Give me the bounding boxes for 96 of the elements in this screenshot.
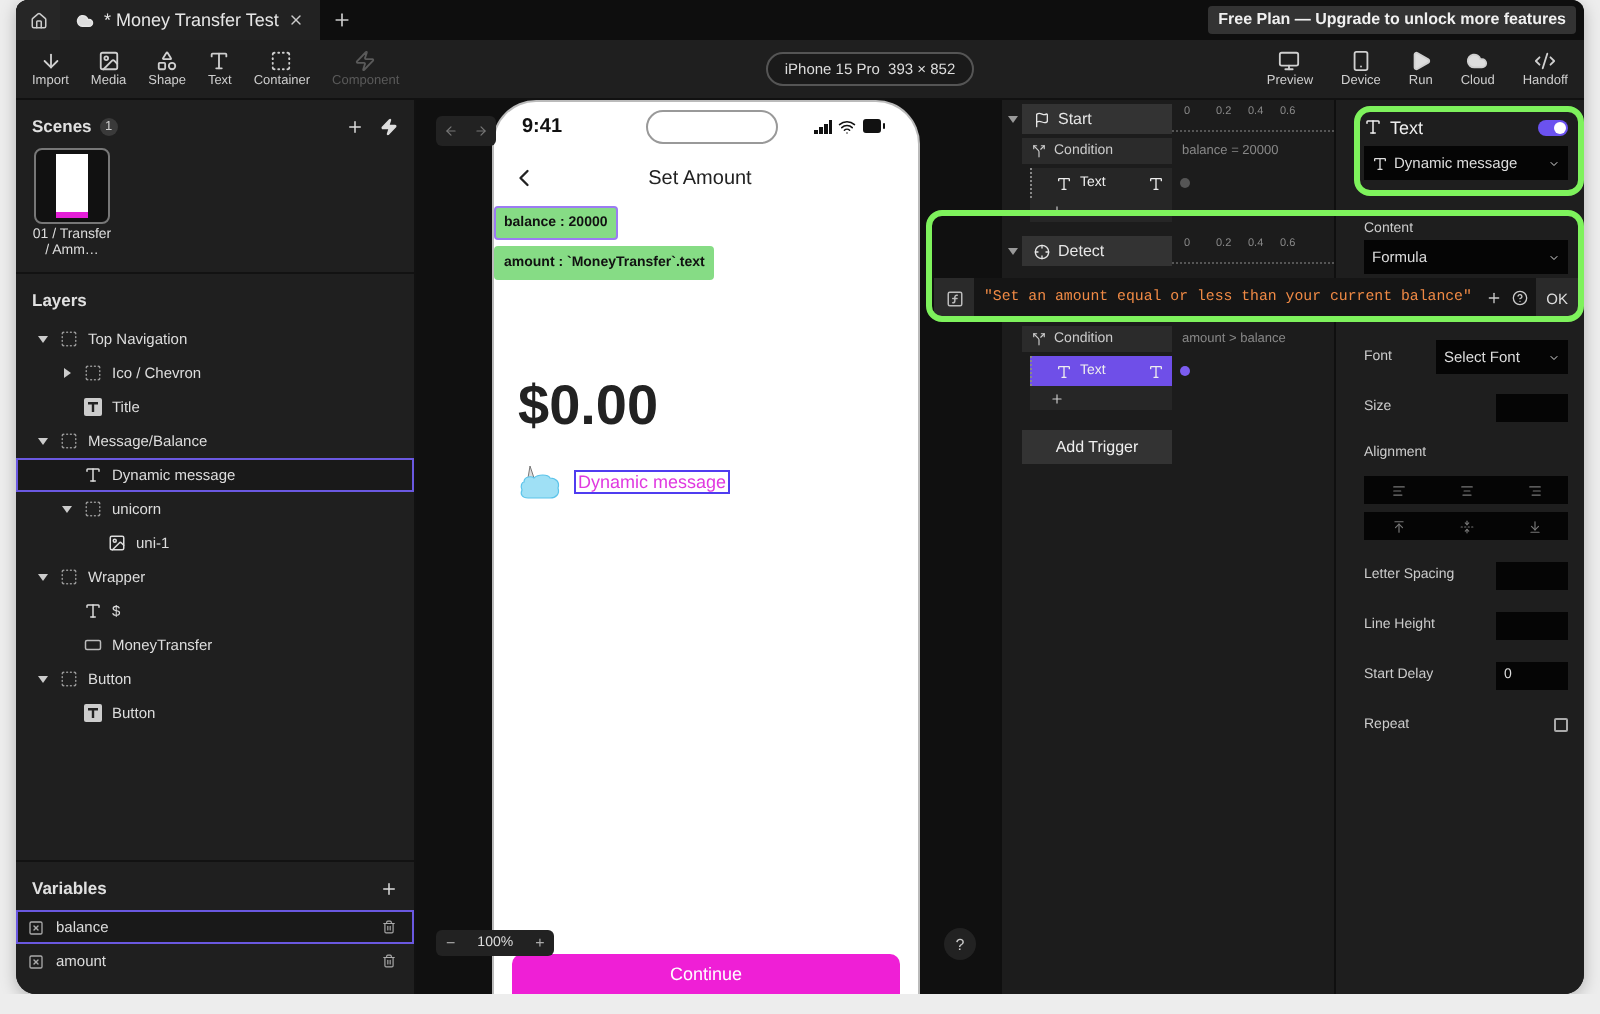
number-input[interactable]: [1496, 611, 1568, 639]
text-box-icon: [84, 398, 102, 416]
image-icon: [97, 50, 120, 72]
section-title: Layers: [32, 290, 87, 310]
trash-icon[interactable]: [382, 954, 396, 968]
add-trigger-button[interactable]: Add Trigger: [1022, 430, 1172, 464]
crosshair-icon: [1034, 243, 1050, 259]
dashed-frame-icon: [84, 500, 102, 518]
text-icon: [1148, 175, 1164, 191]
caret-icon[interactable]: [38, 334, 48, 344]
section-title: Variables: [32, 878, 107, 898]
code-icon: [1534, 50, 1557, 72]
align-top-icon[interactable]: [1391, 519, 1405, 533]
text-icon: [1148, 363, 1164, 379]
chevron-down-icon: [1548, 351, 1560, 363]
caret-icon[interactable]: [38, 436, 48, 446]
monitor-icon: [1278, 50, 1301, 72]
text-icon: [1364, 118, 1382, 136]
cloud-icon: [76, 11, 94, 29]
text-icon: [84, 602, 102, 620]
amount-text: $0.00: [518, 374, 661, 438]
screen-title: Set Amount: [646, 167, 754, 189]
caret-icon[interactable]: [38, 572, 48, 582]
help-button[interactable]: ?: [944, 928, 976, 960]
chevron-down-icon: [1548, 157, 1560, 169]
dashed-frame-icon: [60, 670, 78, 688]
checkbox[interactable]: [1554, 718, 1568, 732]
caret-icon[interactable]: [1007, 114, 1017, 124]
variable-icon: [28, 953, 44, 969]
add-icon: [332, 10, 353, 30]
input-icon: [84, 636, 102, 654]
text-icon: [84, 466, 102, 484]
caret-icon[interactable]: [1007, 246, 1017, 256]
align-left-icon[interactable]: [1391, 483, 1405, 497]
add-icon[interactable]: [380, 879, 398, 897]
play-icon: [1409, 50, 1432, 72]
help-icon[interactable]: [1512, 290, 1529, 306]
trash-icon[interactable]: [382, 920, 396, 934]
home-button[interactable]: [16, 0, 60, 40]
home-icon: [29, 11, 47, 29]
chevron-down-icon: [1548, 251, 1560, 263]
zoom-out-button[interactable]: −: [436, 934, 466, 952]
branch-icon: [1032, 332, 1046, 346]
number-input[interactable]: [1496, 393, 1568, 421]
text-icon: [208, 50, 231, 72]
dashed-square-icon: [270, 50, 293, 72]
continue-button[interactable]: Continue: [512, 954, 900, 994]
toggle-switch[interactable]: [1538, 119, 1568, 135]
document-tab[interactable]: * Money Transfer Test: [60, 0, 321, 40]
text-icon: [1056, 175, 1072, 191]
keyframe-dot: [1180, 366, 1190, 376]
trigger-item[interactable]: Start: [1022, 104, 1172, 134]
caret-icon[interactable]: [38, 674, 48, 684]
text-box-icon: [84, 704, 102, 722]
dynamic-message-text[interactable]: Dynamic message: [574, 470, 731, 494]
keyframe-dot: [1180, 178, 1190, 188]
wifi-icon: [838, 117, 856, 135]
dashed-frame-icon: [60, 568, 78, 586]
number-input[interactable]: [1496, 561, 1568, 589]
arrow-down-icon: [39, 50, 62, 72]
align-middle-icon[interactable]: [1459, 519, 1473, 533]
dynamic-island: [646, 109, 778, 143]
cloud-icon: [1466, 50, 1489, 72]
branch-icon: [1032, 144, 1046, 158]
text-icon: [1372, 155, 1388, 171]
add-icon[interactable]: [346, 117, 364, 135]
text-icon: [1056, 363, 1072, 379]
trigger-item[interactable]: Detect: [1022, 236, 1172, 266]
battery-icon: [862, 114, 886, 138]
status-time: 9:41: [522, 115, 565, 137]
align-right-icon[interactable]: [1527, 483, 1541, 497]
signal-icon: [814, 119, 832, 133]
caret-icon[interactable]: [62, 368, 72, 378]
image-icon: [108, 534, 126, 552]
scene-thumbnail[interactable]: [34, 148, 110, 224]
function-icon: [934, 278, 974, 318]
upgrade-banner[interactable]: Free Plan — Upgrade to unlock more features: [1208, 6, 1576, 34]
close-icon[interactable]: [288, 12, 305, 28]
panel-title: Text: [1390, 117, 1424, 137]
dashed-frame-icon: [60, 330, 78, 348]
lightning-icon[interactable]: [380, 117, 398, 135]
caret-icon[interactable]: [62, 504, 72, 514]
shapes-icon: [156, 50, 179, 72]
align-center-icon[interactable]: [1459, 483, 1473, 497]
zoom-in-button[interactable]: +: [525, 934, 555, 952]
align-bottom-icon[interactable]: [1527, 519, 1541, 533]
add-icon: [1050, 391, 1064, 405]
dashed-frame-icon: [60, 432, 78, 450]
unicorn-icon: [518, 462, 562, 502]
flag-icon: [1034, 111, 1050, 127]
section-title: Scenes: [32, 116, 92, 136]
phone-icon: [1349, 50, 1372, 72]
variable-icon: [28, 919, 44, 935]
lightning-icon: [354, 50, 377, 72]
add-icon[interactable]: [1486, 290, 1503, 306]
dashed-frame-icon: [84, 364, 102, 382]
